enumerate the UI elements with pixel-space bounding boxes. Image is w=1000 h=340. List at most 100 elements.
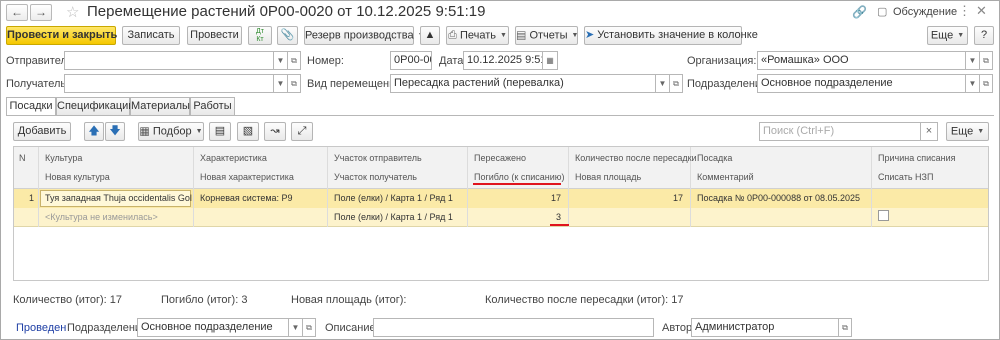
structure-icon[interactable]: ▲ [420,26,440,45]
more-dropdown[interactable]: Еще ▼ [927,26,968,45]
tab-specifications[interactable]: Спецификации [56,97,134,115]
move-type-open-icon[interactable]: ⧉ [669,74,683,93]
document-window: ← → ☆ Перемещение растений 0Р00-0020 от … [0,0,1000,340]
plantings-table: N Культура Характеристика Участок отправ… [13,146,989,281]
culture-cell[interactable]: Туя западная Thuja occidentalis Golden..… [40,193,192,203]
column-header[interactable]: Списать НЗП [873,172,933,182]
print-label: Печать [459,29,496,42]
transplanted-cell[interactable]: 17 [469,193,566,203]
chevron-down-icon: ▼ [957,32,965,39]
column-header[interactable]: Пересажено [469,153,526,163]
print-dropdown[interactable]: ⎙ Печать ▼ [446,26,509,45]
organization-open-icon[interactable]: ⧉ [979,51,993,70]
calendar-icon[interactable]: ▦ [542,51,558,70]
move-down-icon[interactable]: 🡇 [105,122,125,141]
division-open-icon[interactable]: ⧉ [979,74,993,93]
table-more-dropdown[interactable]: Еще ▼ [946,122,989,141]
recipient-field[interactable] [64,74,274,93]
sender-plot-cell[interactable]: Поле (елки) / Карта 1 / Ряд 1 [329,193,453,203]
post-and-close-button[interactable]: Провести и закрыть [6,26,117,45]
attachment-icon[interactable]: 📎 [277,26,298,45]
date-field[interactable]: 10.12.2025 9:51:19 [463,51,543,70]
fill-icon[interactable]: ↝ [264,122,286,141]
recipient-dropdown-icon[interactable]: ▼ [273,74,288,93]
expand-icon[interactable]: ⤢ [291,122,313,141]
chevron-down-icon: ▼ [195,128,203,135]
column-header[interactable]: Посадка [692,153,732,163]
new-culture-cell[interactable]: <Культура не изменилась> [40,212,158,222]
organization-dropdown-icon[interactable]: ▼ [965,51,980,70]
more-vertical-icon[interactable]: ⋮ [958,3,971,19]
footer-division-field[interactable]: Основное подразделение [137,318,289,337]
description-field[interactable] [373,318,654,337]
column-header[interactable]: Характеристика [195,153,267,163]
sender-dropdown-icon[interactable]: ▼ [273,51,288,70]
post-button[interactable]: Провести [187,26,242,45]
tab-plantings[interactable]: Посадки [6,97,56,116]
column-header[interactable]: Новая площадь [570,172,641,182]
died-cell[interactable]: 3 [469,212,566,222]
recipient-open-icon[interactable]: ⧉ [287,74,301,93]
forward-arrow-icon[interactable]: → [30,4,52,21]
favorite-star-icon[interactable]: ☆ [66,3,79,21]
column-header[interactable]: Количество после пересадки [570,153,697,163]
tab-works[interactable]: Работы [190,97,235,115]
column-header[interactable]: Новая характеристика [195,172,294,182]
organization-label: Организация: [687,55,757,67]
tab-materials[interactable]: Материалы [130,97,190,115]
qty-after-cell[interactable]: 17 [570,193,688,203]
column-divider [38,189,39,227]
set-value-icon: ➤ [585,29,598,41]
total-died: Погибло (итог): 3 [161,294,248,306]
more-label: Еще [930,29,954,42]
chevron-down-icon: ▼ [571,32,579,39]
add-button[interactable]: Добавить [13,122,71,141]
column-header[interactable]: Культура [40,153,82,163]
footer-division-open-icon[interactable]: ⧉ [302,318,316,337]
column-header[interactable]: Участок отправитель [329,153,422,163]
move-type-dropdown-icon[interactable]: ▼ [655,74,670,93]
footer-division-dropdown-icon[interactable]: ▼ [288,318,303,337]
column-header[interactable]: Новая культура [40,172,110,182]
back-arrow-icon[interactable]: ← [6,4,28,21]
chevron-down-icon: ▼ [977,128,985,135]
reports-dropdown[interactable]: ▤ Отчеты ▼ [515,26,578,45]
organization-field[interactable]: «Ромашка» ООО [757,51,966,70]
link-icon[interactable]: 🔗 [852,5,867,19]
discussion-icon[interactable]: ▢ [877,5,887,18]
help-button[interactable]: ? [974,26,994,45]
author-open-icon[interactable]: ⧉ [838,318,852,337]
pick-dropdown[interactable]: ▦ Подбор ▼ [138,122,204,141]
column-divider [193,189,194,227]
column-header[interactable]: N [14,153,26,163]
recipient-plot-cell[interactable]: Поле (елки) / Карта 1 / Ряд 1 [329,212,453,222]
column-header[interactable]: Участок получатель [329,172,417,182]
division-field[interactable]: Основное подразделение [757,74,966,93]
title-bar: ← → ☆ Перемещение растений 0Р00-0020 от … [1,1,999,25]
clear-search-icon[interactable]: × [920,122,938,141]
column-header[interactable]: Комментарий [692,172,754,182]
sender-open-icon[interactable]: ⧉ [287,51,301,70]
close-icon[interactable]: ✕ [976,3,987,19]
reports-icon: ▤ [516,29,530,42]
column-header[interactable]: Погибло (к списанию) [469,172,564,182]
dt-kt-icon[interactable]: Дт Кт [248,26,272,45]
characteristic-cell[interactable]: Корневая система: Р9 [195,193,293,203]
move-up-icon[interactable]: 🡅 [84,122,104,141]
write-off-wip-checkbox[interactable] [878,210,889,221]
sender-field[interactable] [64,51,274,70]
planting-cell[interactable]: Посадка № 0Р00-000088 от 08.05.2025 [692,193,860,203]
save-button[interactable]: Записать [122,26,180,45]
division-dropdown-icon[interactable]: ▼ [965,74,980,93]
author-field[interactable]: Администратор [691,318,839,337]
table-view-icon[interactable]: ▤ [209,122,231,141]
set-column-value-button[interactable]: ➤ Установить значение в колонке [584,26,758,45]
search-input[interactable]: Поиск (Ctrl+F) [759,122,921,141]
move-type-field[interactable]: Пересадка растений (перевалка) [390,74,656,93]
barcode-icon[interactable]: ▧ [237,122,259,141]
number-field[interactable]: 0Р00-0020 [390,51,432,70]
status-link[interactable]: Проведен [16,322,66,334]
column-header[interactable]: Причина списания [873,153,955,163]
reserve-dropdown[interactable]: Резерв производства▼ [304,26,425,45]
discussion-button[interactable]: Обсуждение [893,6,957,18]
